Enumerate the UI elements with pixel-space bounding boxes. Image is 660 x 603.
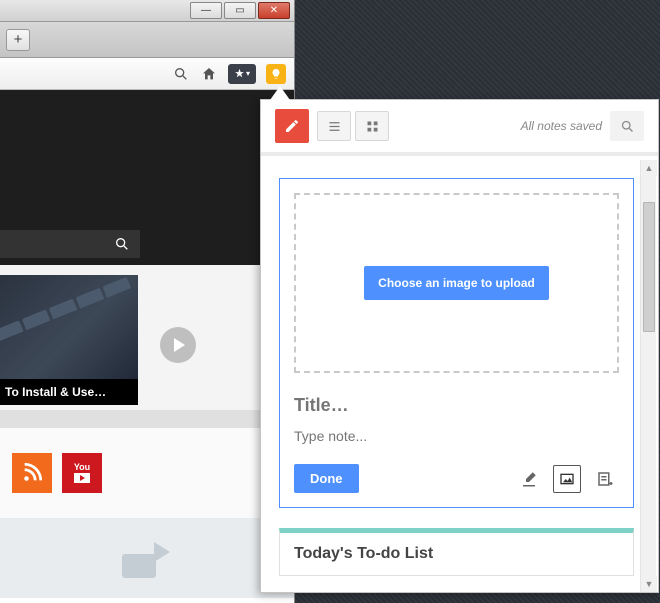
page-hero xyxy=(0,90,294,265)
choose-image-button[interactable]: Choose an image to upload xyxy=(364,266,549,300)
minimize-button[interactable]: — xyxy=(190,2,222,19)
done-button[interactable]: Done xyxy=(294,464,359,493)
list-icon[interactable] xyxy=(591,465,619,493)
tab-strip: + xyxy=(0,22,294,58)
bookmarks-dropdown[interactable]: ▾ xyxy=(228,64,256,84)
note-card[interactable]: Today's To-do List xyxy=(279,528,634,576)
image-icon[interactable] xyxy=(553,465,581,493)
youtube-icon[interactable]: You xyxy=(62,453,102,493)
share-icon[interactable] xyxy=(122,538,172,578)
scrollbar[interactable]: ▲ ▼ xyxy=(640,160,656,592)
panel-pointer xyxy=(270,86,290,100)
card-actions: Done xyxy=(294,464,619,493)
search-icon[interactable] xyxy=(172,65,190,83)
title-bar: — ▭ ✕ xyxy=(0,0,294,22)
note-title: Today's To-do List xyxy=(294,545,433,562)
image-drop-zone[interactable]: Choose an image to upload xyxy=(294,193,619,373)
play-icon[interactable] xyxy=(160,327,196,363)
scroll-down[interactable]: ▼ xyxy=(641,576,657,592)
compose-button[interactable] xyxy=(275,109,309,143)
panel-header: All notes saved xyxy=(261,100,658,156)
new-tab-button[interactable]: + xyxy=(6,29,30,51)
search-notes-button[interactable] xyxy=(610,111,644,141)
keep-extension-icon[interactable] xyxy=(266,64,286,84)
list-view-button[interactable] xyxy=(317,111,351,141)
note-body-input[interactable] xyxy=(294,426,619,446)
keep-panel: All notes saved Choose an image to uploa… xyxy=(260,99,659,593)
bottom-panel xyxy=(0,518,294,598)
color-icon[interactable] xyxy=(515,465,543,493)
rss-icon[interactable] xyxy=(12,453,52,493)
divider xyxy=(0,410,294,428)
home-icon[interactable] xyxy=(200,65,218,83)
compose-note-card: Choose an image to upload Done xyxy=(279,178,634,508)
video-thumbnail[interactable]: To Install & Use… xyxy=(0,275,138,405)
panel-body: Choose an image to upload Done Today's T… xyxy=(261,160,658,592)
maximize-button[interactable]: ▭ xyxy=(224,2,256,19)
scroll-thumb[interactable] xyxy=(643,202,655,332)
thumbnail-caption: To Install & Use… xyxy=(0,379,138,405)
grid-view-button[interactable] xyxy=(355,111,389,141)
media-row: To Install & Use… xyxy=(0,265,294,410)
close-button[interactable]: ✕ xyxy=(258,2,290,19)
page-content: To Install & Use… You xyxy=(0,90,294,598)
note-title-input[interactable] xyxy=(294,391,619,420)
scroll-up[interactable]: ▲ xyxy=(641,160,657,176)
social-row: You xyxy=(0,428,294,518)
page-search-bar[interactable] xyxy=(0,230,140,258)
browser-window: — ▭ ✕ + ▾ To xyxy=(0,0,295,603)
save-status: All notes saved xyxy=(521,119,602,133)
browser-toolbar: ▾ xyxy=(0,58,294,90)
